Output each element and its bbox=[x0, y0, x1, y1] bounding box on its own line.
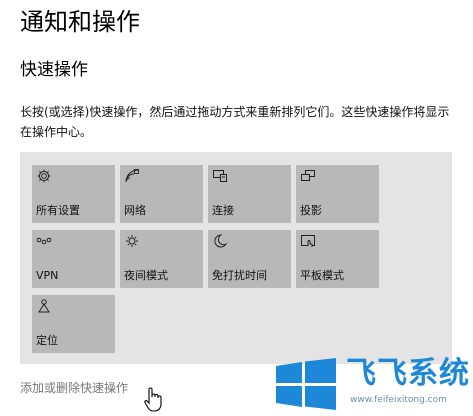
gear-icon bbox=[36, 168, 52, 184]
windows-logo-icon bbox=[274, 358, 338, 410]
quick-action-vpn[interactable]: VPN bbox=[32, 230, 115, 288]
watermark-brand: 飞飞系统 bbox=[346, 356, 470, 391]
quick-action-label: 免打扰时间 bbox=[212, 269, 267, 282]
location-icon bbox=[36, 298, 52, 314]
page-title: 通知和操作 bbox=[20, 8, 140, 36]
quick-action-quiet-hours[interactable]: 免打扰时间 bbox=[208, 230, 291, 288]
hand-cursor-icon bbox=[143, 386, 165, 412]
description-text: 长按(或选择)快速操作，然后通过拖动方式来重新排列它们。这些快速操作将显示在操作… bbox=[20, 105, 450, 139]
quick-action-label: 投影 bbox=[300, 204, 322, 217]
add-remove-quick-actions-link[interactable]: 添加或删除快速操作 bbox=[20, 380, 128, 396]
quick-action-label: 网络 bbox=[124, 204, 146, 217]
network-icon bbox=[124, 168, 140, 184]
section-title: 快速操作 bbox=[20, 60, 88, 80]
quick-action-label: 定位 bbox=[36, 334, 58, 347]
quick-action-label: 连接 bbox=[212, 204, 234, 217]
quick-action-label: 夜间模式 bbox=[124, 269, 168, 282]
quick-actions-panel: 所有设置 网络 连接 投影 VPN 夜间模式 免打扰时间 平板模式 定位 bbox=[20, 152, 452, 364]
watermark-domain: www.feifeixitong.com bbox=[350, 395, 447, 405]
moon-icon bbox=[212, 233, 228, 249]
watermark-logo: 飞飞系统 www.feifeixitong.com bbox=[274, 354, 470, 412]
vpn-icon bbox=[36, 233, 52, 249]
quick-action-project[interactable]: 投影 bbox=[296, 165, 379, 223]
night-light-icon bbox=[124, 233, 140, 249]
connect-icon bbox=[212, 168, 228, 184]
project-icon bbox=[300, 168, 316, 184]
tablet-mode-icon bbox=[300, 233, 316, 249]
quick-action-label: 平板模式 bbox=[300, 269, 344, 282]
quick-action-label: 所有设置 bbox=[36, 204, 80, 217]
quick-action-network[interactable]: 网络 bbox=[120, 165, 203, 223]
quick-action-night-light[interactable]: 夜间模式 bbox=[120, 230, 203, 288]
quick-action-all-settings[interactable]: 所有设置 bbox=[32, 165, 115, 223]
quick-action-location[interactable]: 定位 bbox=[32, 295, 115, 353]
quick-action-tablet-mode[interactable]: 平板模式 bbox=[296, 230, 379, 288]
quick-action-label: VPN bbox=[36, 269, 59, 282]
quick-action-connect[interactable]: 连接 bbox=[208, 165, 291, 223]
